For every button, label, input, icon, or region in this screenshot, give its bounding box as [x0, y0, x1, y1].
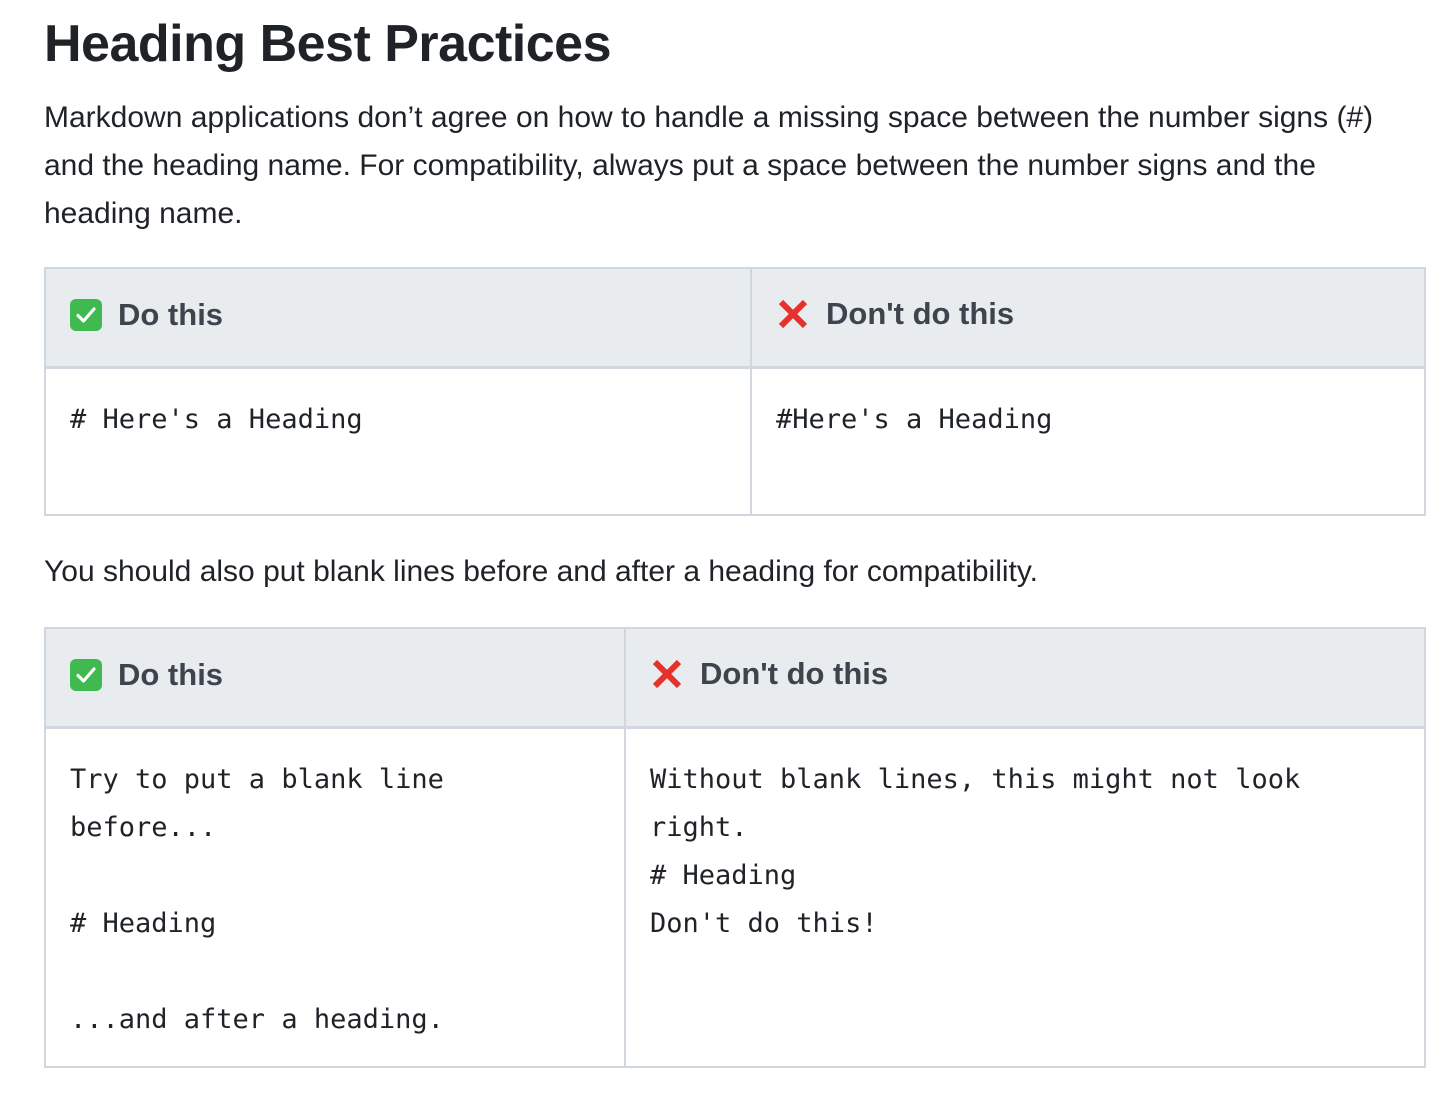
do-header-label: Do this: [118, 656, 224, 692]
intro-paragraph: Markdown applications don’t agree on how…: [44, 101, 1374, 230]
cross-mark-icon: [650, 657, 684, 691]
code-line: Try to put a blank line: [70, 764, 444, 795]
check-mark-icon: [70, 298, 102, 331]
code-line: right.: [650, 812, 748, 843]
blank-code-line: [70, 948, 600, 996]
blank-code-line: [70, 852, 600, 900]
do-header-cell: Do this: [44, 627, 626, 729]
dont-header-label: Don't do this: [700, 656, 889, 691]
code-line: Don't do this!: [650, 908, 878, 939]
cross-mark-icon: [776, 297, 810, 331]
table-header-row: Do this Don't do this: [44, 627, 1426, 729]
page-title: Heading Best Practices: [44, 15, 612, 73]
code-line: Without blank lines, this might not look: [650, 764, 1301, 795]
code-line: ...and after a heading.: [70, 1004, 444, 1035]
code-line: #Here's a Heading: [776, 404, 1053, 435]
do-header-cell: Do this: [44, 267, 752, 369]
dont-header-cell: Don't do this: [624, 627, 1426, 729]
blank-lines-paragraph: You should also put blank lines before a…: [44, 555, 1038, 588]
code-line: before...: [70, 812, 217, 843]
dont-header-label: Don't do this: [826, 296, 1015, 331]
dont-example-cell: Without blank lines, this might not look…: [624, 726, 1426, 1068]
do-header-label: Do this: [118, 296, 224, 332]
do-example-cell: Try to put a blank line before... # Head…: [44, 726, 626, 1068]
table-header-row: Do this Don't do this: [44, 267, 1426, 369]
article: Heading Best Practices Markdown applicat…: [44, 0, 1426, 1068]
do-example-cell: # Here's a Heading: [44, 366, 752, 516]
check-mark-icon: [70, 658, 102, 691]
code-line: # Heading: [650, 860, 797, 891]
dont-header-cell: Don't do this: [750, 267, 1426, 369]
table-row: # Here's a Heading #Here's a Heading: [44, 366, 1426, 516]
code-line: # Here's a Heading: [70, 404, 363, 435]
spacing-comparison-table: Do this Don't do this # Here's a Heading: [44, 267, 1426, 516]
code-line: # Heading: [70, 908, 217, 939]
blank-lines-comparison-table: Do this Don't do this Try to put a blank…: [44, 627, 1426, 1068]
dont-example-cell: #Here's a Heading: [750, 366, 1426, 516]
table-row: Try to put a blank line before... # Head…: [44, 726, 1426, 1068]
